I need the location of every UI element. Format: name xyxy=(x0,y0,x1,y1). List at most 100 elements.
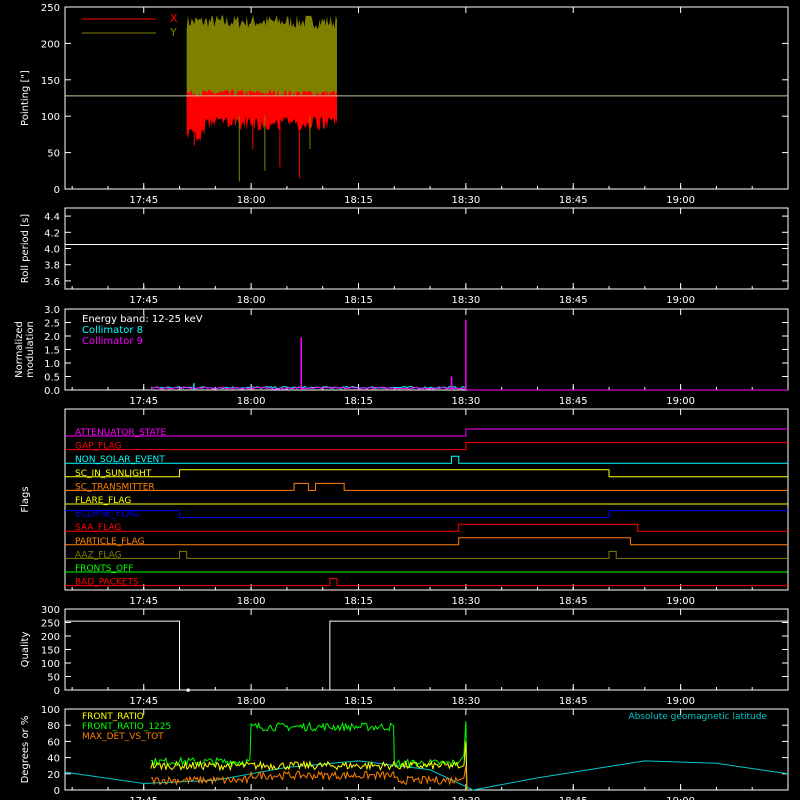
x-tick-label: 18:00 xyxy=(237,796,266,800)
x-tick-label: 18:30 xyxy=(451,696,480,707)
series-max-det-vs-tot xyxy=(150,765,468,791)
flag-line-bad_packets xyxy=(65,578,788,587)
y-tick-label: 50 xyxy=(47,673,60,684)
geomagnetic-latitude-line xyxy=(64,760,789,791)
y-tick-label: 0.0 xyxy=(44,386,60,397)
y-tick-label: 100 xyxy=(41,112,60,123)
x-tick-label: 18:45 xyxy=(559,796,588,800)
x-tick-label: 17:45 xyxy=(129,696,158,707)
flag-line-attenuator_state xyxy=(65,428,788,437)
y-tick-label: 20 xyxy=(47,770,60,781)
x-tick-label: 18:15 xyxy=(344,796,373,800)
series-x-band xyxy=(186,89,338,142)
legend-x-label: X xyxy=(170,12,178,25)
x-tick-label: 18:30 xyxy=(451,295,480,306)
x-tick-label: 18:00 xyxy=(237,396,266,407)
x-tick-label: 17:45 xyxy=(129,195,158,206)
flag-line-sc_transmitter xyxy=(65,482,788,491)
x-tick-label: 18:45 xyxy=(559,596,588,607)
y-tick-label: 4.0 xyxy=(44,245,60,256)
chart-canvas: 17:45 18:00 18:15 18:30 18:45 19:00 0 50 100 150 2… xyxy=(14,3,789,800)
flag-line-gap_flag xyxy=(65,442,788,451)
y-tick-label: 150 xyxy=(41,646,60,657)
y-tick-label: 50 xyxy=(47,149,60,160)
quality-dot xyxy=(186,688,190,692)
y-tick-label: 0 xyxy=(54,185,60,196)
flag-line-saa_flag xyxy=(65,523,788,532)
y-axis-label: Degrees or % xyxy=(20,716,31,784)
flag-line-aaz_flag xyxy=(65,550,788,559)
y-tick-label: 250 xyxy=(41,619,60,630)
x-tick-label: 18:45 xyxy=(559,295,588,306)
x-tick-label: 18:15 xyxy=(344,596,373,607)
y-tick-label: 4.4 xyxy=(44,212,60,223)
x-tick-label: 18:45 xyxy=(559,696,588,707)
y-axis-label: Roll period [s] xyxy=(20,214,31,283)
y-axis-label: Pointing ["] xyxy=(20,70,31,126)
y-tick-label: 4.2 xyxy=(44,228,60,239)
y-tick-label: 1.0 xyxy=(44,359,60,370)
legend-y-label: Y xyxy=(169,26,177,39)
degrees-legend-1: FRONT_RATIO_1225 xyxy=(82,722,171,732)
x-tick-label: 19:00 xyxy=(666,596,695,607)
x-tick-label: 18:45 xyxy=(559,396,588,407)
y-tick-label: 200 xyxy=(41,39,60,50)
x-tick-label: 18:30 xyxy=(451,396,480,407)
y-tick-label: 0 xyxy=(54,786,60,797)
y-tick-label: 2.0 xyxy=(44,332,60,343)
degrees-legend-0: FRONT_RATIO xyxy=(82,712,144,722)
x-tick-label: 17:45 xyxy=(129,396,158,407)
x-tick-label: 18:15 xyxy=(344,295,373,306)
modulation-legend-2: Collimator 9 xyxy=(82,336,143,347)
y-tick-label: 2.5 xyxy=(44,319,60,330)
flag-line-particle_flag xyxy=(65,537,788,546)
x-tick-label: 17:45 xyxy=(129,295,158,306)
y-tick-label: 3.0 xyxy=(44,305,60,316)
y-axis-label: Normalized xyxy=(14,321,25,378)
panel-frame-1 xyxy=(64,207,789,290)
x-tick-label: 17:45 xyxy=(129,796,158,800)
y-tick-label: 100 xyxy=(41,659,60,670)
x-tick-label: 18:00 xyxy=(237,596,266,607)
y-tick-label: 3.6 xyxy=(44,277,60,288)
x-tick-label: 18:30 xyxy=(451,596,480,607)
y-tick-label: 80 xyxy=(47,721,60,732)
y-tick-label: 300 xyxy=(41,605,60,616)
y-tick-label: 0 xyxy=(54,686,60,697)
x-tick-label: 19:00 xyxy=(666,696,695,707)
x-tick-label: 19:00 xyxy=(666,396,695,407)
y-axis-label: modulation xyxy=(25,321,36,378)
y-tick-label: 40 xyxy=(47,754,60,765)
y-tick-label: 200 xyxy=(41,632,60,643)
flag-line-non_solar_event xyxy=(65,455,788,464)
x-tick-label: 18:15 xyxy=(344,696,373,707)
x-tick-label: 18:15 xyxy=(344,396,373,407)
x-tick-label: 18:00 xyxy=(237,696,266,707)
x-tick-label: 19:00 xyxy=(666,295,695,306)
x-tick-label: 18:00 xyxy=(237,195,266,206)
y-tick-label: 150 xyxy=(41,76,60,87)
y-tick-label: 3.8 xyxy=(44,261,60,272)
degrees-legend-2: MAX_DET_VS_TOT xyxy=(82,732,164,742)
y-tick-label: 250 xyxy=(41,3,60,14)
flag-line-sc_in_sunlight xyxy=(65,469,788,478)
modulation-legend-0: Energy band: 12-25 keV xyxy=(82,314,203,325)
x-tick-label: 17:45 xyxy=(129,596,158,607)
y-tick-label: 100 xyxy=(41,705,60,716)
x-tick-label: 18:15 xyxy=(344,195,373,206)
x-tick-label: 18:30 xyxy=(451,195,480,206)
y-tick-label: 0.5 xyxy=(44,373,60,384)
y-axis-label: Quality xyxy=(20,632,31,668)
quality-line xyxy=(65,620,788,691)
y-axis-label: Flags xyxy=(20,486,31,512)
x-tick-label: 19:00 xyxy=(666,195,695,206)
modulation-legend-1: Collimator 8 xyxy=(82,325,143,336)
degrees-legend-geomag: Absolute geomagnetic latitude xyxy=(628,712,767,722)
flag-line-eclipse_flag xyxy=(65,510,788,519)
y-tick-label: 60 xyxy=(47,737,60,748)
x-tick-label: 18:45 xyxy=(559,195,588,206)
y-tick-label: 1.5 xyxy=(44,346,60,357)
x-tick-label: 18:30 xyxy=(451,796,480,800)
x-tick-label: 18:00 xyxy=(237,295,266,306)
x-tick-label: 19:00 xyxy=(666,796,695,800)
